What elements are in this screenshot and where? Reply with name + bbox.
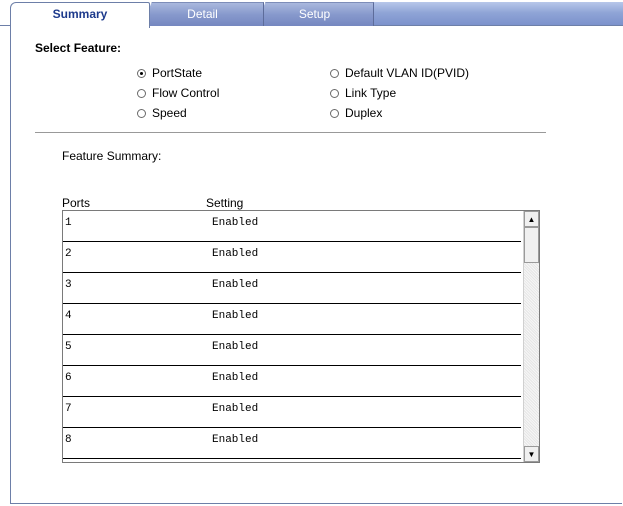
tab-strip-bar xyxy=(370,2,623,26)
tab-setup[interactable]: Setup xyxy=(256,2,374,26)
radio-label: Duplex xyxy=(345,106,383,120)
port-number: 8 xyxy=(65,434,72,446)
select-feature-label: Select Feature: xyxy=(35,41,122,55)
port-number: 6 xyxy=(65,372,72,384)
list-item[interactable]: 6 Enabled xyxy=(63,366,521,397)
radio-label: PortState xyxy=(152,66,203,80)
radio-flow-control[interactable]: Flow Control xyxy=(137,86,219,100)
column-header-ports: Ports xyxy=(62,196,91,210)
radio-link-type[interactable]: Link Type xyxy=(330,86,396,100)
ports-listbox[interactable]: 1 Enabled 2 Enabled 3 Enabled 4 Enabled … xyxy=(62,210,540,463)
list-item[interactable]: 4 Enabled xyxy=(63,304,521,335)
radio-default-vlan-id[interactable]: Default VLAN ID(PVID) xyxy=(330,66,469,80)
list-item[interactable]: 5 Enabled xyxy=(63,335,521,366)
radio-label: Speed xyxy=(152,106,187,120)
port-setting: Enabled xyxy=(212,341,259,353)
radio-label: Flow Control xyxy=(152,86,220,100)
tab-detail[interactable]: Detail xyxy=(142,2,264,26)
radio-label: Default VLAN ID(PVID) xyxy=(345,66,470,80)
tab-strip: Setup Detail Summary xyxy=(0,0,623,28)
port-number: 2 xyxy=(65,248,72,260)
port-setting: Enabled xyxy=(212,434,259,446)
radio-dot-icon[interactable] xyxy=(137,88,146,98)
port-setting: Enabled xyxy=(212,372,259,384)
port-number: 1 xyxy=(65,217,72,229)
radio-dot-icon[interactable] xyxy=(330,68,339,78)
port-setting: Enabled xyxy=(212,403,259,415)
port-setting: Enabled xyxy=(212,248,259,260)
radio-dot-icon[interactable] xyxy=(330,88,339,98)
scroll-down-arrow-icon[interactable]: ▼ xyxy=(524,446,539,462)
column-header-setting: Setting xyxy=(206,196,244,210)
radio-dot-icon[interactable] xyxy=(330,108,339,118)
port-setting: Enabled xyxy=(212,217,259,229)
radio-speed[interactable]: Speed xyxy=(137,106,187,120)
radio-portstate[interactable]: PortState xyxy=(137,66,202,80)
list-item[interactable]: 7 Enabled xyxy=(63,397,521,428)
port-number: 4 xyxy=(65,310,72,322)
port-number: 5 xyxy=(65,341,72,353)
scroll-up-arrow-icon[interactable]: ▲ xyxy=(524,211,539,227)
port-setting: Enabled xyxy=(212,310,259,322)
radio-dot-icon[interactable] xyxy=(137,68,146,78)
list-item[interactable]: 2 Enabled xyxy=(63,242,521,273)
list-item[interactable]: 8 Enabled xyxy=(63,428,521,459)
tab-summary[interactable]: Summary xyxy=(10,2,150,28)
feature-summary-label: Feature Summary: xyxy=(62,149,162,163)
list-item[interactable]: 3 Enabled xyxy=(63,273,521,304)
scrollbar-thumb[interactable] xyxy=(524,227,539,263)
port-number: 3 xyxy=(65,279,72,291)
vertical-scrollbar[interactable]: ▲ ▼ xyxy=(523,211,539,462)
divider xyxy=(35,132,546,133)
list-item[interactable]: 1 Enabled xyxy=(63,211,521,242)
port-number: 7 xyxy=(65,403,72,415)
radio-duplex[interactable]: Duplex xyxy=(330,106,382,120)
radio-dot-icon[interactable] xyxy=(137,108,146,118)
row-divider xyxy=(63,458,521,459)
radio-label: Link Type xyxy=(345,86,397,100)
port-setting: Enabled xyxy=(212,279,259,291)
